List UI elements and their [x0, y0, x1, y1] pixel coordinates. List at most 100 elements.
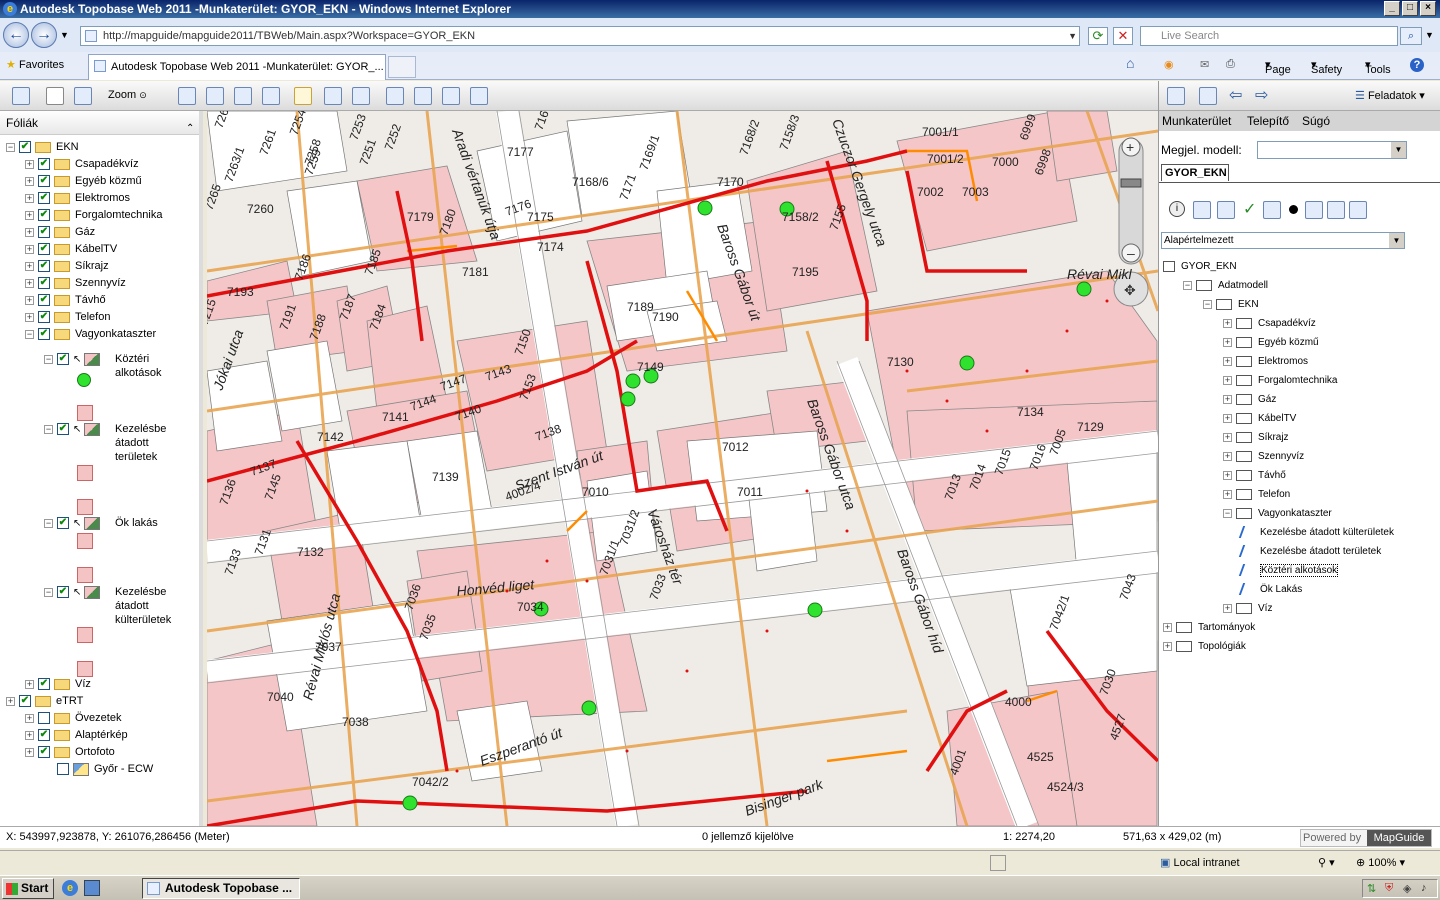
layer-row-ovezetek[interactable]: + Övezetek: [25, 710, 121, 726]
expand-panel-icon[interactable]: [1167, 87, 1185, 105]
tools-menu[interactable]: Tools ▾: [1365, 58, 1391, 76]
zoom-rectangle-icon[interactable]: [178, 87, 196, 105]
collapse-icon[interactable]: ⌃: [186, 117, 194, 141]
expand-toggle-icon[interactable]: +: [25, 295, 34, 305]
vagyon-layer-row[interactable]: − ✔ ↖: [44, 421, 105, 437]
zoom-extents-icon[interactable]: [262, 87, 280, 105]
layer-row-viz[interactable]: + ✔ Víz: [25, 676, 91, 692]
pan-tool-icon[interactable]: [74, 87, 92, 105]
workspace-tree-item[interactable]: + Víz: [1223, 600, 1272, 618]
workspace-tree-item[interactable]: − Vagyonkataszter: [1223, 505, 1332, 523]
search-map-icon[interactable]: [470, 87, 488, 105]
expand-toggle-icon[interactable]: +: [25, 210, 34, 220]
vagyon-layer-row[interactable]: − ✔ ↖: [44, 515, 105, 531]
history-dropdown-icon[interactable]: ▼: [60, 30, 69, 40]
validate-icon[interactable]: [1349, 201, 1367, 219]
select-polygon-icon[interactable]: [324, 87, 342, 105]
layer-checkbox[interactable]: ✔: [38, 226, 50, 239]
layer-row-elektromos[interactable]: + ✔ Elektromos: [25, 190, 130, 206]
layer-row-egyeb-kozmu[interactable]: + ✔ Egyéb közmű: [25, 173, 142, 189]
layer-icon[interactable]: [386, 87, 404, 105]
style-select[interactable]: Alapértelmezett ▼: [1161, 232, 1405, 249]
menu-installer[interactable]: Telepítő: [1247, 114, 1289, 128]
tray-shield-icon[interactable]: ◈: [1403, 882, 1411, 895]
tray-security-icon[interactable]: ⛨: [1385, 882, 1393, 895]
model-select[interactable]: ▼: [1257, 141, 1407, 159]
layer-checkbox[interactable]: ✔: [57, 353, 69, 366]
address-dropdown-icon[interactable]: ▼: [1068, 27, 1077, 45]
expand-toggle-icon[interactable]: −: [44, 518, 53, 528]
menu-help[interactable]: Súgó: [1302, 114, 1330, 128]
safety-menu[interactable]: Safety ▾: [1311, 58, 1342, 76]
workspace-tree-item[interactable]: + Szennyvíz: [1223, 448, 1304, 466]
layer-row-ekn[interactable]: − ✔ EKN: [6, 139, 79, 155]
workspace-tree-item[interactable]: Ök Lakás: [1238, 581, 1302, 599]
measure-icon[interactable]: [46, 87, 64, 105]
layer-checkbox[interactable]: ✔: [38, 277, 50, 290]
layer-row-gaz[interactable]: + ✔ Gáz: [25, 224, 95, 240]
layer-checkbox[interactable]: ✔: [38, 158, 50, 171]
layer-checkbox[interactable]: ✔: [38, 678, 50, 691]
expand-toggle-icon[interactable]: +: [1163, 622, 1172, 632]
refresh-icon[interactable]: ⟳: [1088, 27, 1108, 45]
tab-gyor-ekn[interactable]: GYOR_EKN: [1161, 164, 1229, 181]
print-map-icon[interactable]: [442, 87, 460, 105]
layer-checkbox[interactable]: ✔: [38, 311, 50, 324]
layer-row-gyor-ecw[interactable]: Győr - ECW: [44, 761, 153, 777]
layer-checkbox[interactable]: [57, 763, 69, 776]
workspace-tree-item[interactable]: GYOR_EKN: [1163, 258, 1237, 276]
workspace-tree-item[interactable]: Kezelésbe átadott területek: [1238, 543, 1381, 561]
tasks-dropdown[interactable]: ☰ Feladatok ▾: [1355, 89, 1425, 102]
workspace-tree-item[interactable]: + Egyéb közmű: [1223, 334, 1319, 352]
expand-toggle-icon[interactable]: +: [1223, 337, 1232, 347]
search-go-icon[interactable]: ⌕: [1400, 27, 1422, 45]
stop-icon[interactable]: ✕: [1113, 27, 1133, 45]
expand-toggle-icon[interactable]: −: [25, 329, 34, 339]
layer-checkbox[interactable]: ✔: [38, 209, 50, 222]
zoom-level[interactable]: ⊕ 100% ▾: [1356, 856, 1405, 869]
workspace-tree-item[interactable]: + Topológiák: [1163, 638, 1246, 656]
expand-toggle-icon[interactable]: +: [25, 747, 34, 757]
layer-checkbox[interactable]: ✔: [57, 423, 69, 436]
layer-row-szennyviz[interactable]: + ✔ Szennyvíz: [25, 275, 126, 291]
layer-checkbox[interactable]: ✔: [38, 294, 50, 307]
workspace-tree-item[interactable]: + Elektromos: [1223, 353, 1308, 371]
layer-row-ortofoto[interactable]: + ✔ Ortofoto: [25, 744, 115, 760]
taskbar-item-topobase[interactable]: Autodesk Topobase ...: [142, 878, 300, 899]
expand-toggle-icon[interactable]: −: [44, 424, 53, 434]
info-icon[interactable]: i: [1169, 201, 1185, 217]
point-icon[interactable]: [1289, 205, 1298, 214]
tools-icon[interactable]: [1327, 201, 1345, 219]
layer-checkbox[interactable]: ✔: [38, 243, 50, 256]
layer-checkbox[interactable]: ✔: [38, 175, 50, 188]
layer-checkbox[interactable]: ✔: [57, 586, 69, 599]
edit-icon[interactable]: [1263, 201, 1281, 219]
layer-checkbox[interactable]: ✔: [19, 141, 31, 154]
task-back-icon[interactable]: ⇦: [1229, 85, 1242, 105]
expand-toggle-icon[interactable]: +: [25, 713, 34, 723]
expand-toggle-icon[interactable]: +: [6, 696, 15, 706]
expand-toggle-icon[interactable]: +: [1223, 489, 1232, 499]
workspace-tree-item[interactable]: + Forgalomtechnika: [1223, 372, 1337, 390]
home-icon[interactable]: ⌂: [1126, 55, 1134, 71]
favorites-button[interactable]: ★ Favorites: [6, 58, 64, 71]
layer-checkbox[interactable]: ✔: [38, 746, 50, 759]
expand-toggle-icon[interactable]: +: [1223, 451, 1232, 461]
map-view[interactable]: + – ✥ 7262 7261 7254 7258 7253 7251 7252 7263/1…: [207, 111, 1158, 826]
zoom-out-icon[interactable]: [234, 87, 252, 105]
close-button[interactable]: ×: [1420, 1, 1436, 16]
feeds-icon[interactable]: ◉: [1164, 58, 1174, 71]
zoom-dropdown[interactable]: Zoom ⊙: [108, 89, 147, 101]
workspace-tree-item[interactable]: + Gáz: [1223, 391, 1276, 409]
layer-row-tavho[interactable]: + ✔ Távhő: [25, 292, 106, 308]
workspace-tree-item[interactable]: + Telefon: [1223, 486, 1290, 504]
layer-checkbox[interactable]: ✔: [38, 260, 50, 273]
layer-row-etrt[interactable]: + ✔ eTRT: [6, 693, 83, 709]
expand-toggle-icon[interactable]: +: [25, 278, 34, 288]
workspace-tree-item[interactable]: − Adatmodell: [1183, 277, 1268, 295]
layer-row-vagyonkataszter[interactable]: − ✔ Vagyonkataszter: [25, 326, 156, 342]
tray-volume-icon[interactable]: ♪: [1421, 882, 1427, 894]
forward-button[interactable]: →: [31, 22, 57, 48]
expand-toggle-icon[interactable]: +: [1223, 356, 1232, 366]
workspace-tree-item[interactable]: + KábelTV: [1223, 410, 1296, 428]
